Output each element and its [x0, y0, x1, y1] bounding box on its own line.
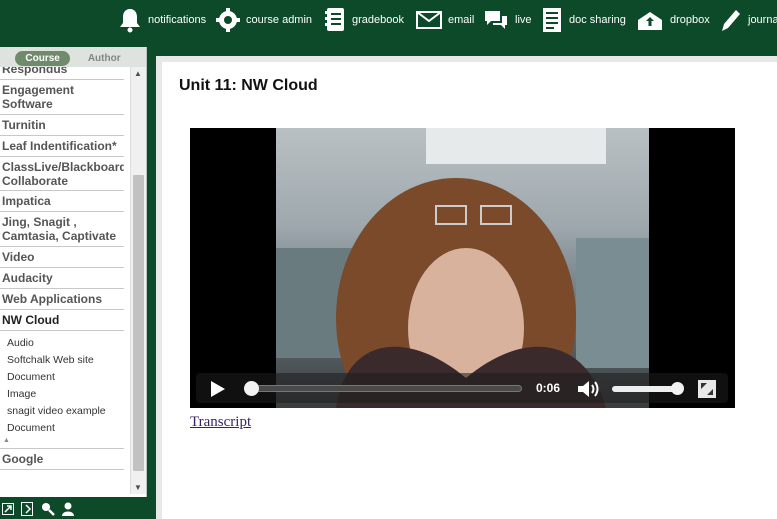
sidebar-scrollbar[interactable]: ▲ ▼ — [130, 67, 146, 494]
search-icon[interactable] — [41, 502, 55, 516]
fullscreen-icon[interactable] — [698, 380, 716, 398]
sidebar-item-turnitin[interactable]: Turnitin — [0, 115, 124, 136]
pen-icon — [722, 10, 740, 31]
nav-label: dropbox — [670, 14, 710, 26]
course-sidebar: Course Author Respondus Engagement Softw… — [0, 47, 147, 497]
play-icon[interactable] — [208, 380, 226, 398]
chat-bubbles-icon — [485, 11, 507, 29]
transcript-link[interactable]: Transcript — [190, 414, 251, 431]
tab-author[interactable]: Author — [78, 51, 131, 66]
sub-item-image[interactable]: Image — [0, 386, 130, 403]
bell-icon — [120, 9, 140, 33]
gear-icon — [216, 8, 240, 32]
user-icon[interactable] — [61, 502, 75, 516]
time-readout: 0:06 — [536, 381, 561, 395]
seek-bar[interactable] — [244, 381, 522, 396]
nav-label: gradebook — [352, 14, 404, 26]
volume-handle[interactable] — [671, 382, 684, 395]
gradebook-icon — [325, 8, 344, 31]
sub-item-document[interactable]: Document — [0, 369, 130, 386]
nav-live[interactable]: live — [483, 6, 532, 34]
content-panel: Unit 11: NW Cloud 0:06 Transcript — [156, 56, 777, 519]
top-navigation: notifications course admin gradebook ema… — [0, 0, 777, 46]
nav-label: course admin — [246, 14, 313, 26]
nav-label: doc sharing — [569, 14, 626, 26]
nav-label: journal — [748, 14, 777, 26]
sub-item-audio[interactable]: Audio — [0, 335, 130, 352]
sidebar-item-video[interactable]: Video — [0, 247, 124, 268]
document-icon — [543, 8, 561, 32]
scroll-down-icon[interactable]: ▼ — [134, 483, 142, 492]
collapse-arrow-icon[interactable]: ▲ — [0, 437, 130, 448]
scroll-up-icon[interactable]: ▲ — [134, 69, 142, 78]
sidebar-tabs: Course Author — [0, 47, 146, 67]
sidebar-item-jing-snagit[interactable]: Jing, Snagit , Camtasia, Captivate — [0, 212, 124, 247]
volume-slider[interactable] — [612, 382, 684, 395]
sidebar-toolbar — [0, 502, 150, 519]
video-player[interactable]: 0:06 — [190, 128, 735, 408]
video-frame — [276, 128, 649, 408]
sidebar-list: Respondus Engagement Software Turnitin L… — [0, 67, 130, 494]
sub-item-softchalk[interactable]: Softchalk Web site — [0, 352, 130, 369]
nav-dropbox[interactable]: dropbox — [636, 6, 710, 34]
scroll-thumb[interactable] — [133, 175, 144, 471]
nav-notifications[interactable]: notifications — [118, 6, 206, 34]
sidebar-item-impatica[interactable]: Impatica — [0, 191, 124, 212]
volume-icon[interactable] — [577, 379, 601, 399]
nav-label: live — [515, 14, 532, 26]
page-title: Unit 11: NW Cloud — [179, 77, 318, 94]
nav-label: notifications — [148, 14, 207, 26]
expand-icon[interactable] — [2, 502, 15, 516]
nav-course-admin[interactable]: course admin — [216, 6, 312, 34]
tab-course[interactable]: Course — [15, 50, 70, 66]
sidebar-item-web-applications[interactable]: Web Applications — [0, 289, 124, 310]
sidebar-item-google[interactable]: Google — [0, 448, 124, 470]
exit-icon[interactable] — [21, 502, 35, 516]
nav-label: email — [448, 14, 475, 26]
video-controls: 0:06 — [196, 373, 728, 403]
sub-item-snagit-video[interactable]: snagit video example — [0, 403, 130, 420]
sidebar-item-classlive[interactable]: ClassLive/Blackboard Collaborate — [0, 157, 124, 191]
sidebar-item-audacity[interactable]: Audacity — [0, 268, 124, 289]
envelope-icon — [416, 11, 442, 29]
sidebar-item-engagement-software[interactable]: Engagement Software — [0, 80, 124, 115]
seek-handle[interactable] — [244, 381, 259, 396]
nav-journal[interactable]: journal — [718, 6, 777, 34]
sidebar-item-nw-cloud[interactable]: NW Cloud — [0, 310, 124, 331]
nav-doc-sharing[interactable]: doc sharing — [541, 6, 626, 34]
nav-gradebook[interactable]: gradebook — [324, 6, 404, 34]
nav-email[interactable]: email — [416, 6, 474, 34]
sub-item-document-2[interactable]: Document — [0, 420, 130, 437]
sidebar-item-respondus[interactable]: Respondus — [0, 67, 124, 80]
webcam-still-image — [276, 128, 649, 408]
sidebar-item-leaf-identification[interactable]: Leaf Indentification* — [0, 136, 124, 157]
dropbox-icon — [638, 12, 662, 30]
